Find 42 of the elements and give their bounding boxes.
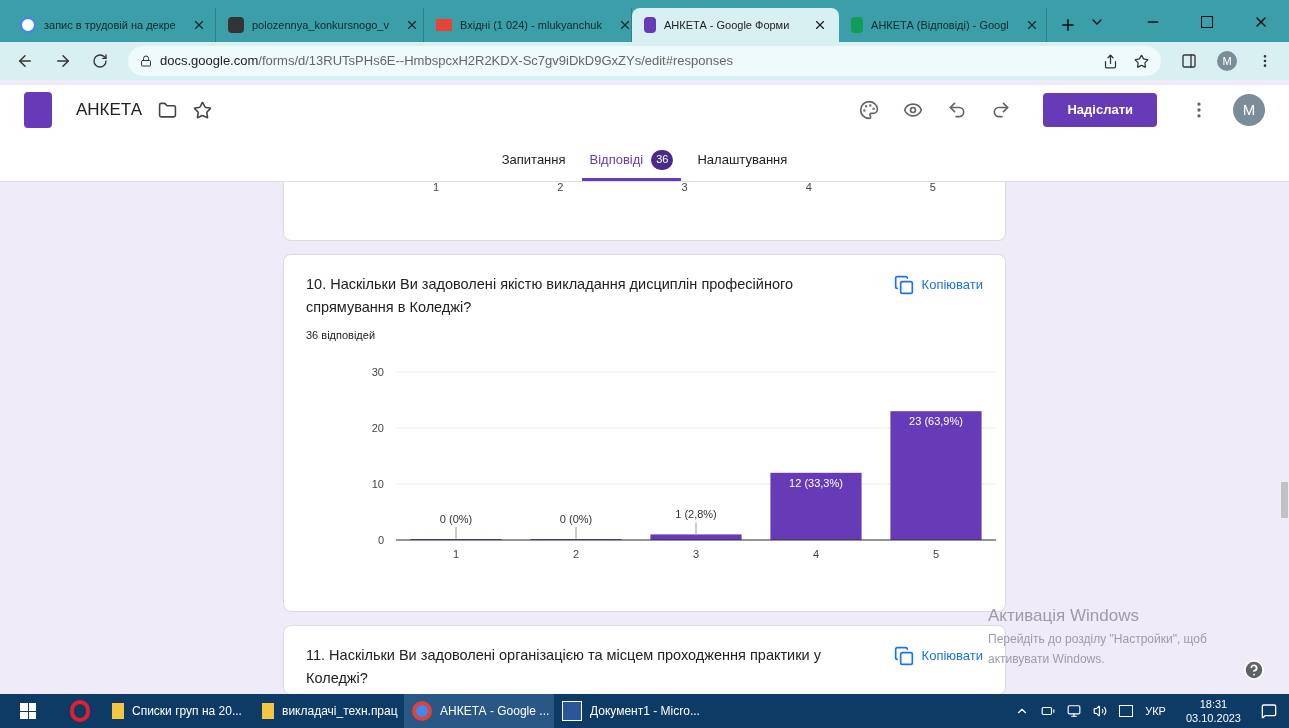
form-title: АНКЕТА <box>76 99 143 122</box>
value-label: 0 (0%) <box>439 512 473 525</box>
axis-label: 4 <box>804 182 813 192</box>
question-title: 10. Наскільки Ви задоволені якістю викладання дисциплін професійного спрямування в Коледжі? <box>306 275 795 317</box>
x-tick-label: 5 <box>932 547 940 560</box>
activation-title: Активація Windows <box>988 605 1140 627</box>
tab-title: Вхідні (1 024) - mlukyanchuk <box>460 17 602 33</box>
url-path: /forms/d/13RUTsPHs6E--HmbspcxH2R2KDX-Sc7gv9iDkD9GxZYs/edit#responses <box>258 52 733 71</box>
x-tick-label: 2 <box>572 547 580 560</box>
x-tick-label: 3 <box>692 547 700 560</box>
activation-text: Перейдіть до розділу "Настройки", щоб активувати Windows. <box>988 630 1208 668</box>
clock-time: 18:31 <box>1199 697 1228 711</box>
axis-label: 3 <box>680 182 689 192</box>
value-label: 0 (0%) <box>559 512 593 525</box>
value-label: 1 (2,8%) <box>675 507 717 520</box>
taskbar-label: Документ1 - Micro... <box>590 703 700 720</box>
taskbar-label: АНКЕТА - Google ... <box>440 703 550 720</box>
x-tick-label: 1 <box>452 547 460 560</box>
count-badge: 36 <box>651 149 674 170</box>
taskbar-label: викладачі_техн.прац <box>282 703 398 720</box>
clock-date: 03.10.2023 <box>1185 711 1241 725</box>
tab-title: запис в трудовій на декре <box>44 17 176 33</box>
tab-title: АНКЕТА (Відповіді) - Googl <box>871 17 1009 33</box>
y-tick-label: 10 <box>371 477 384 490</box>
tab-label: Запитання <box>501 150 566 169</box>
taskbar-label: Списки груп на 20... <box>132 703 242 720</box>
axis-label: 2 <box>556 182 565 192</box>
tab-title: polozennya_konkursnogo_v <box>252 17 389 33</box>
tab-label: Налаштування <box>697 150 788 169</box>
value-label: 12 (33,3%) <box>789 476 843 489</box>
x-tick-label: 4 <box>812 547 820 560</box>
tab-title: АНКЕТА - Google Форми <box>664 17 790 33</box>
y-tick-label: 20 <box>371 421 384 434</box>
y-tick-label: 0 <box>377 533 384 546</box>
question-title: 11. Наскільки Ви задоволені організацією та місцем проходження практики у Коледжі? <box>306 646 822 688</box>
value-label: 23 (63,9%) <box>909 414 963 427</box>
tab-label: Відповіді <box>589 150 644 169</box>
y-tick-label: 30 <box>371 365 384 378</box>
axis-label: 5 <box>928 182 937 192</box>
response-count: 36 відповідей <box>306 328 377 343</box>
url-host: docs.google.com <box>160 52 259 71</box>
axis-label: 1 <box>432 182 441 192</box>
